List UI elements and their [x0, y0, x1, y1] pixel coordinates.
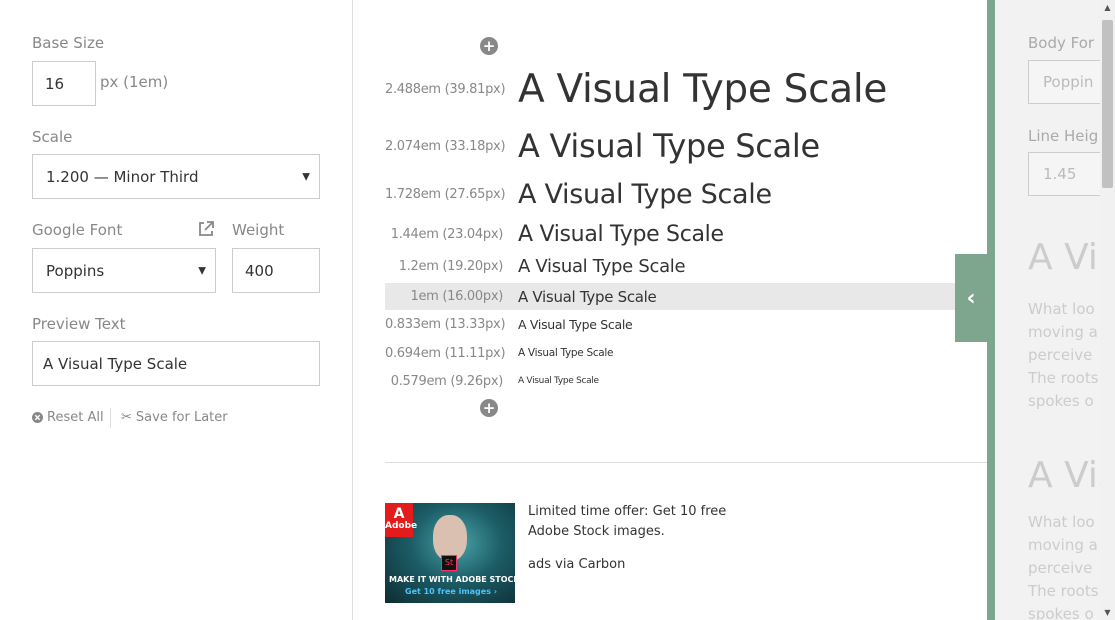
scale-sample: A Visual Type Scale	[518, 221, 724, 247]
reset-all-label: Reset All	[47, 410, 104, 425]
scale-select[interactable]: 1.200 — Minor Third ▼	[32, 154, 320, 199]
scale-size-label: 2.074em (33.18px)	[385, 138, 506, 154]
ad-line-1: Limited time offer: Get 10 free	[528, 504, 727, 519]
scale-row: 1.728em (27.65px) A Visual Type Scale	[385, 178, 955, 210]
scale-sample: A Visual Type Scale	[518, 316, 633, 332]
stock-badge-icon: St	[441, 555, 457, 571]
scale-row: 0.579em (9.26px) A Visual Type Scale	[385, 371, 955, 391]
drawer-toggle-button[interactable]: ‹	[955, 254, 987, 342]
weight-input[interactable]: 400	[232, 248, 320, 293]
chevron-down-icon: ▼	[198, 265, 206, 276]
scale-sample: A Visual Type Scale	[518, 347, 614, 359]
scale-row-base: 1em (16.00px) A Visual Type Scale	[385, 283, 955, 310]
scale-row: 0.694em (11.11px) A Visual Type Scale	[385, 343, 955, 363]
ad-image-caption: MAKE IT WITH ADOBE STOCK.	[389, 575, 515, 584]
scissors-icon: ✂	[121, 410, 132, 425]
ad-copy[interactable]: Limited time offer: Get 10 free Adobe St…	[528, 502, 726, 542]
scroll-up-icon[interactable]: ▲	[1100, 0, 1115, 15]
body-font-select[interactable]: Poppin	[1028, 60, 1100, 104]
scale-size-label: 1.44em (23.04px)	[390, 226, 504, 242]
link-divider	[110, 408, 111, 428]
settings-drawer: Body For Poppin Line Heig 1.45 A Vi What…	[995, 0, 1100, 620]
chevron-down-icon: ▼	[302, 171, 310, 182]
preview-text-input[interactable]: A Visual Type Scale	[32, 341, 320, 386]
scrollbar[interactable]: ▲ ▼	[1100, 0, 1115, 620]
add-smaller-step-button[interactable]: +	[480, 399, 498, 417]
line-height-label: Line Heig	[1028, 127, 1099, 145]
scroll-thumb[interactable]	[1102, 20, 1113, 188]
scale-row: 1.2em (19.20px) A Visual Type Scale	[385, 254, 955, 278]
line-height-input[interactable]: 1.45	[1028, 152, 1100, 196]
preview-heading: A Vis	[1028, 455, 1100, 496]
external-link-icon[interactable]	[197, 220, 215, 238]
save-for-later-link[interactable]: ✂ Save for Later	[121, 410, 228, 425]
scale-size-label: 0.579em (9.26px)	[390, 373, 504, 389]
drawer-edge	[987, 0, 995, 620]
ad-image[interactable]: A Adobe St MAKE IT WITH ADOBE STOCK. Get …	[385, 503, 515, 603]
font-select-value: Poppins	[46, 261, 105, 280]
google-font-label: Google Font	[32, 221, 123, 239]
close-circle-icon	[32, 412, 43, 423]
scale-row: 0.833em (13.33px) A Visual Type Scale	[385, 314, 955, 334]
preview-text-label: Preview Text	[32, 315, 126, 333]
scale-sample: A Visual Type Scale	[518, 127, 820, 165]
scale-sample: A Visual Type Scale	[518, 255, 686, 277]
adobe-logo-icon: A Adobe	[385, 503, 417, 537]
controls-panel: Base Size 16 px (1em) Scale 1.200 — Mino…	[0, 0, 353, 620]
scale-sample: A Visual Type Scale	[518, 287, 657, 306]
scroll-down-icon[interactable]: ▼	[1100, 605, 1115, 620]
base-size-input[interactable]: 16	[32, 61, 96, 106]
scale-size-label: 0.694em (11.11px)	[385, 345, 506, 361]
scale-label: Scale	[32, 128, 73, 146]
font-select[interactable]: Poppins ▼	[32, 248, 216, 293]
weight-label: Weight	[232, 221, 285, 239]
scale-row: 1.44em (23.04px) A Visual Type Scale	[385, 220, 955, 248]
scale-sample: A Visual Type Scale	[518, 178, 772, 210]
scale-row: 2.074em (33.18px) A Visual Type Scale	[385, 127, 955, 165]
reset-all-link[interactable]: Reset All	[32, 410, 104, 425]
base-size-unit: px (1em)	[100, 73, 169, 91]
chevron-left-icon: ‹	[966, 285, 976, 311]
scale-sample: A Visual Type Scale	[518, 66, 888, 112]
scale-sample: A Visual Type Scale	[518, 376, 599, 386]
ads-via-carbon-link[interactable]: ads via Carbon	[528, 555, 625, 575]
add-larger-step-button[interactable]: +	[480, 37, 498, 55]
ad-line-2: Adobe Stock images.	[528, 524, 665, 539]
scale-size-label: 1em (16.00px)	[410, 289, 504, 304]
scale-size-label: 1.728em (27.65px)	[385, 186, 506, 202]
section-divider	[385, 462, 987, 463]
preview-paragraph: What loo moving a perceive The roots spo…	[1028, 300, 1099, 410]
scale-size-label: 0.833em (13.33px)	[385, 316, 506, 332]
scale-row: 2.488em (39.81px) A Visual Type Scale	[385, 66, 955, 112]
scale-select-value: 1.200 — Minor Third	[46, 167, 199, 186]
ad-image-cta: Get 10 free images ›	[405, 587, 498, 596]
scale-size-label: 2.488em (39.81px)	[385, 81, 506, 97]
save-for-later-label: Save for Later	[135, 410, 228, 425]
body-font-label: Body For	[1028, 34, 1095, 52]
preview-paragraph: What loo moving a perceive The roots spo…	[1028, 513, 1099, 620]
scale-size-label: 1.2em (19.20px)	[398, 258, 504, 274]
base-size-label: Base Size	[32, 34, 105, 52]
preview-heading: A Vi	[1028, 237, 1098, 278]
